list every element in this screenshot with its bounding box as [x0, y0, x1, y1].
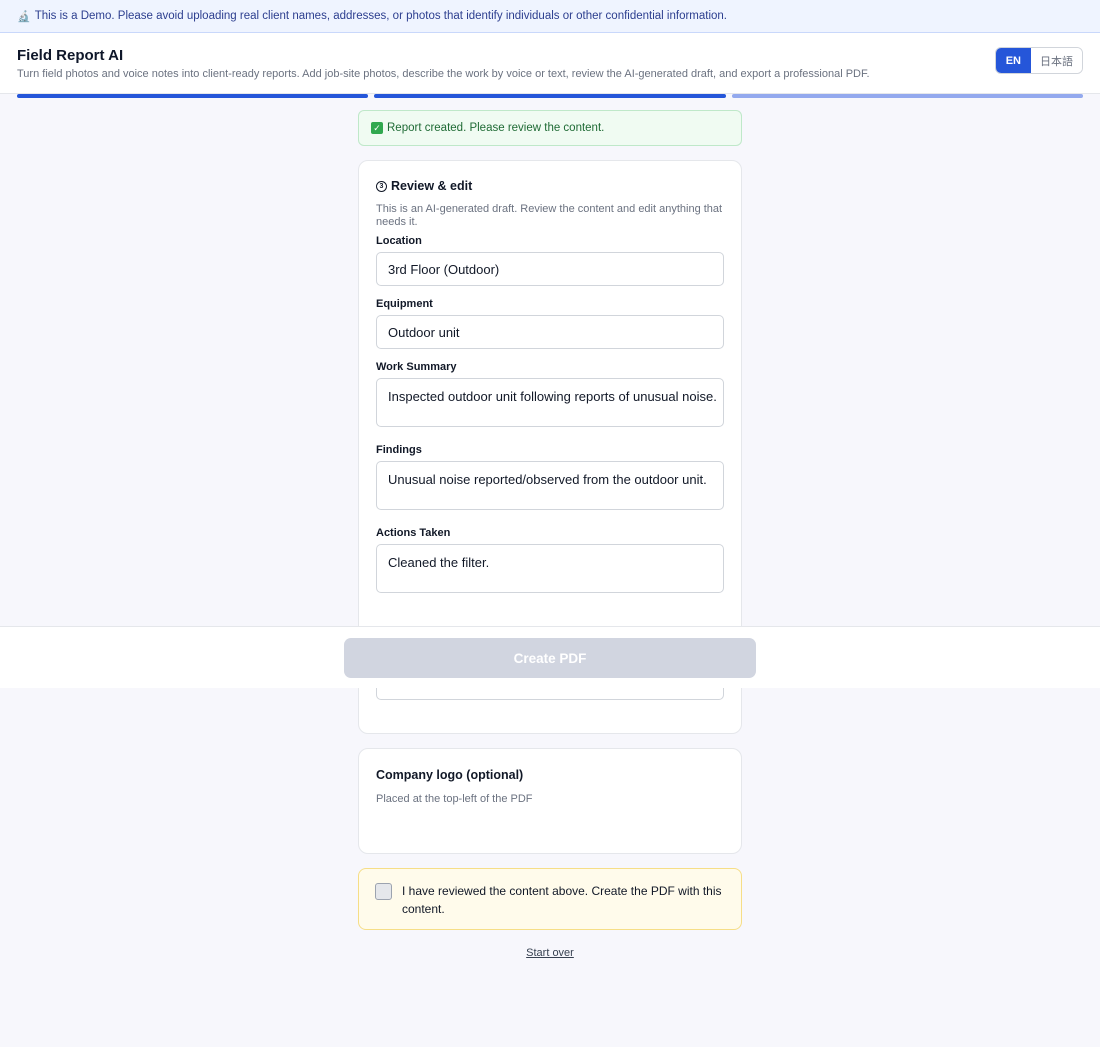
progress-step-3: [731, 94, 1083, 98]
sticky-action-bar: Create PDF: [0, 626, 1100, 688]
language-switch: EN 日本語: [994, 47, 1083, 74]
review-description: This is an AI-generated draft. Review th…: [376, 203, 723, 228]
review-title: Review & edit: [391, 179, 473, 193]
equipment-label: Equipment: [376, 298, 433, 311]
confirm-box: I have reviewed the content above. Creat…: [358, 868, 742, 930]
success-text: Report created. Please review the conten…: [387, 122, 605, 134]
progress-step-1: [17, 94, 369, 98]
success-alert: ✓ Report created. Please review the cont…: [358, 110, 742, 146]
app-title: Field Report AI: [17, 47, 124, 64]
location-input[interactable]: [376, 252, 724, 287]
findings-label: Findings: [376, 444, 422, 457]
confirm-checkbox[interactable]: [375, 883, 392, 900]
demo-banner: 🔬 This is a Demo. Please avoid uploading…: [0, 0, 1100, 33]
app-subtitle: Turn field photos and voice notes into c…: [17, 68, 870, 80]
progress-step-2: [374, 94, 726, 98]
lang-ja-button[interactable]: 日本語: [1031, 48, 1082, 73]
equipment-input[interactable]: [376, 315, 724, 350]
step-progress: [17, 94, 1083, 98]
review-heading: 3 Review & edit: [376, 179, 724, 193]
lang-en-button[interactable]: EN: [995, 48, 1031, 73]
work-summary-textarea[interactable]: Inspected outdoor unit following reports…: [376, 378, 724, 428]
findings-textarea[interactable]: Unusual noise reported/observed from the…: [376, 461, 724, 511]
microscope-icon: 🔬: [17, 10, 31, 23]
actions-taken-label: Actions Taken: [376, 527, 451, 540]
actions-taken-textarea[interactable]: Cleaned the filter.: [376, 544, 724, 594]
start-over-link[interactable]: Start over: [358, 947, 742, 959]
logo-card: Company logo (optional) Placed at the to…: [358, 748, 742, 854]
logo-description: Placed at the top-left of the PDF: [376, 793, 533, 805]
create-pdf-button[interactable]: Create PDF: [344, 638, 756, 678]
check-icon: ✓: [371, 122, 383, 134]
confirm-text: I have reviewed the content above. Creat…: [402, 884, 722, 916]
logo-title: Company logo (optional): [376, 768, 524, 782]
demo-banner-text: This is a Demo. Please avoid uploading r…: [34, 10, 727, 22]
main-column: ✓ Report created. Please review the cont…: [358, 110, 742, 959]
app-header: Field Report AI Turn field photos and vo…: [0, 33, 1100, 94]
step-number-icon: 3: [376, 180, 387, 192]
work-summary-label: Work Summary: [376, 361, 457, 374]
location-label: Location: [376, 235, 422, 248]
